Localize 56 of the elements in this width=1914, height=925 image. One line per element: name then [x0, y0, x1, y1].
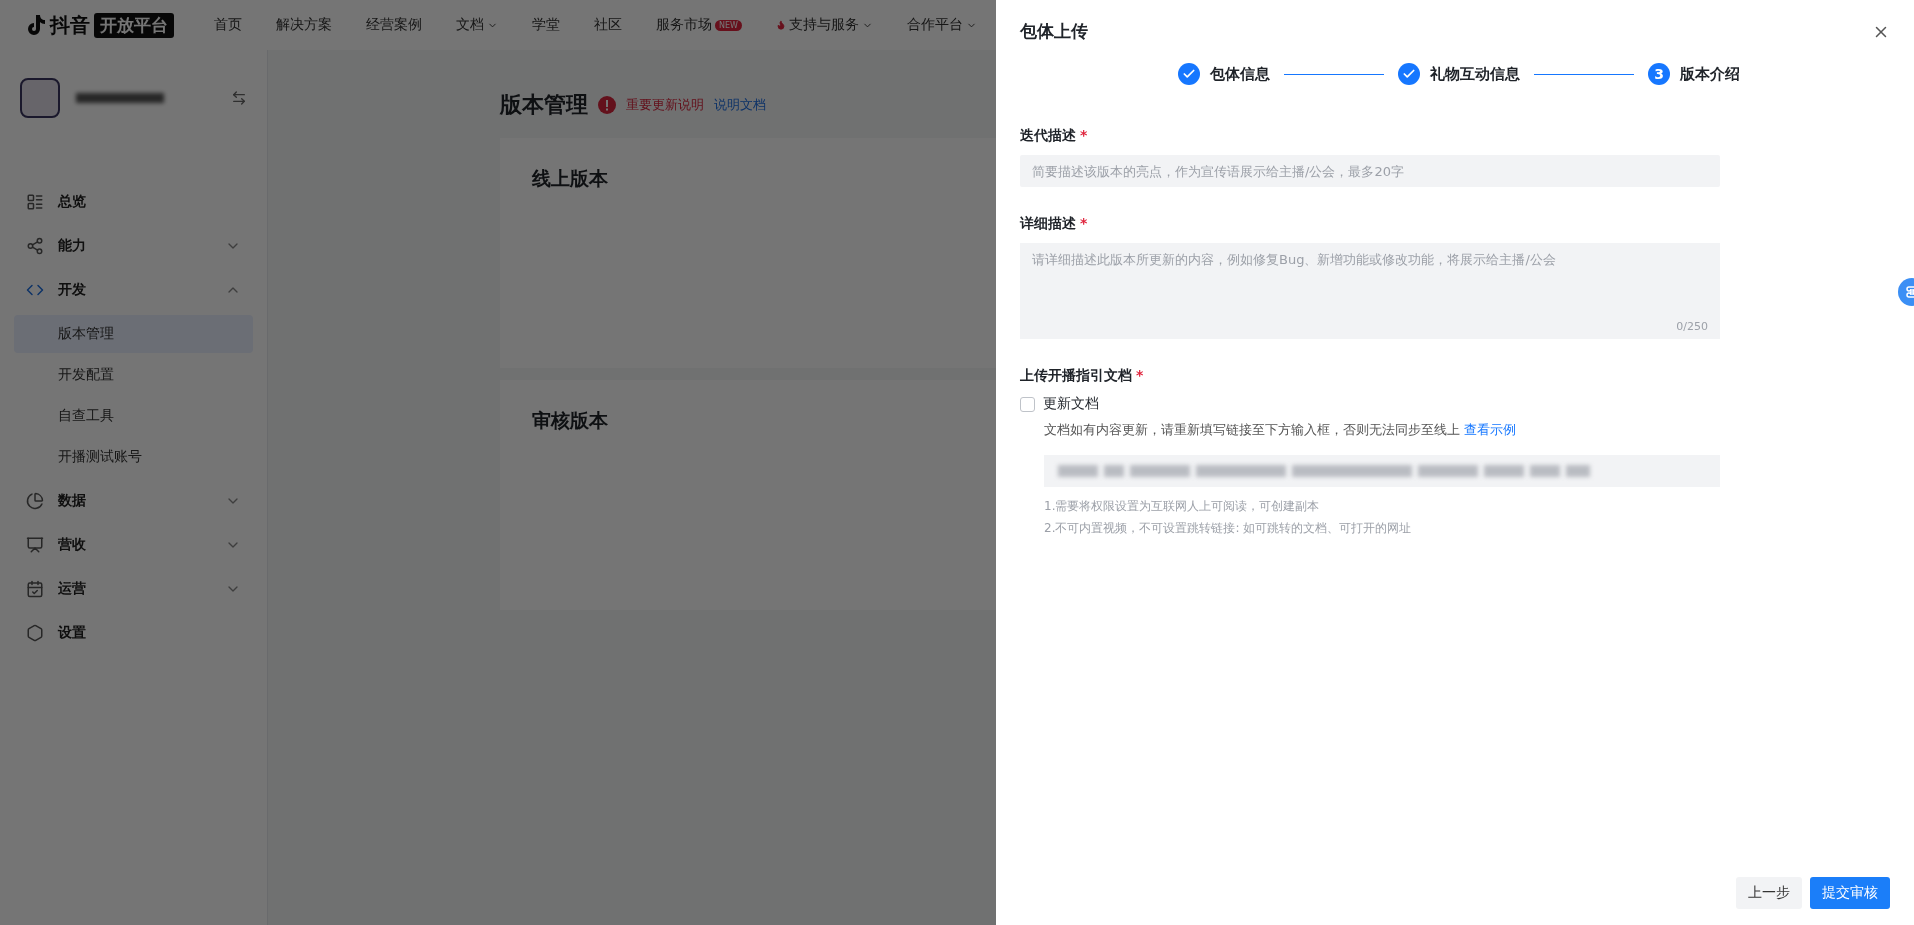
sidebar-subitem[interactable]: 开发配置 [14, 356, 253, 394]
sidebar-item[interactable]: 营收 [0, 523, 267, 567]
switch-icon[interactable] [231, 90, 247, 106]
step: 礼物互动信息 [1398, 63, 1520, 85]
new-badge: NEW [715, 19, 742, 31]
nav-link[interactable]: 合作平台 [906, 16, 977, 34]
step-number: 3 [1648, 63, 1670, 85]
submit-button[interactable]: 提交审核 [1810, 877, 1890, 909]
example-link[interactable]: 查看示例 [1464, 422, 1516, 437]
sidebar-subitem[interactable]: 版本管理 [14, 315, 253, 353]
step: 包体信息 [1178, 63, 1270, 85]
url-field[interactable] [1044, 455, 1720, 487]
sidebar-item[interactable]: 运营 [0, 567, 267, 611]
step: 3 版本介绍 [1648, 63, 1740, 85]
avatar [20, 78, 60, 118]
nav-link[interactable]: 社区 [594, 16, 622, 34]
sidebar-item[interactable]: 数据 [0, 479, 267, 523]
brand-name: 抖音 [50, 11, 90, 39]
sidebar-subitem[interactable]: 开播测试账号 [14, 438, 253, 476]
sidebar-item[interactable]: 总览 [0, 180, 267, 224]
sidebar-subitem[interactable]: 自查工具 [14, 397, 253, 435]
char-counter: 0/250 [1676, 320, 1708, 333]
page-title: 版本管理 [500, 91, 588, 119]
hint-text: 文档如有内容更新，请重新填写链接至下方输入框，否则无法同步至线上 查看示例 [1043, 421, 1517, 439]
check-icon [1178, 63, 1200, 85]
menu-icon [26, 193, 44, 211]
note-text: 1.需要将权限设置为互联网人上可阅读，可创建副本 [1043, 498, 1321, 515]
checkbox[interactable]: 更新文档 [1020, 395, 1720, 413]
sidebar-item[interactable]: 开发 [0, 268, 267, 312]
platform-badge: 开放平台 [94, 12, 174, 38]
logo[interactable]: 抖音 开放平台 [26, 11, 174, 39]
input-field[interactable]: 简要描述该版本的亮点，作为宣传语展示给主播/公会，最多20字 [1020, 155, 1720, 187]
check-icon [1398, 63, 1420, 85]
menu-icon [26, 624, 44, 642]
note-text: 2.不可内置视频，不可设置跳转链接: 如可跳转的文档、可打开的网址 [1043, 520, 1413, 537]
nav-link[interactable]: 服务市场 NEW [656, 16, 742, 34]
menu-icon [26, 536, 44, 554]
nav-link[interactable]: 文档 [456, 16, 498, 34]
update-notice-link[interactable]: 重要更新说明 [626, 96, 704, 114]
sidebar-item[interactable]: 能力 [0, 224, 267, 268]
menu-icon [26, 580, 44, 598]
music-note-icon [26, 14, 46, 36]
drawer-title: 包体上传 [1020, 20, 1088, 43]
nav-link[interactable]: 解决方案 [276, 16, 332, 34]
menu-icon [26, 492, 44, 510]
nav-link[interactable]: 支持与服务 [775, 16, 873, 34]
back-button[interactable]: 上一步 [1736, 877, 1802, 909]
menu-icon [26, 237, 44, 255]
nav-link[interactable]: 首页 [214, 16, 242, 34]
sidebar-item[interactable]: 设置 [0, 611, 267, 655]
field-label: 详细描述 * [1020, 215, 1089, 233]
doc-link[interactable]: 说明文档 [714, 96, 766, 114]
nav-link[interactable]: 经营案例 [366, 16, 422, 34]
alert-icon [598, 96, 616, 114]
nav-link[interactable]: 学堂 [532, 16, 560, 34]
required-mark: * [1080, 215, 1088, 233]
